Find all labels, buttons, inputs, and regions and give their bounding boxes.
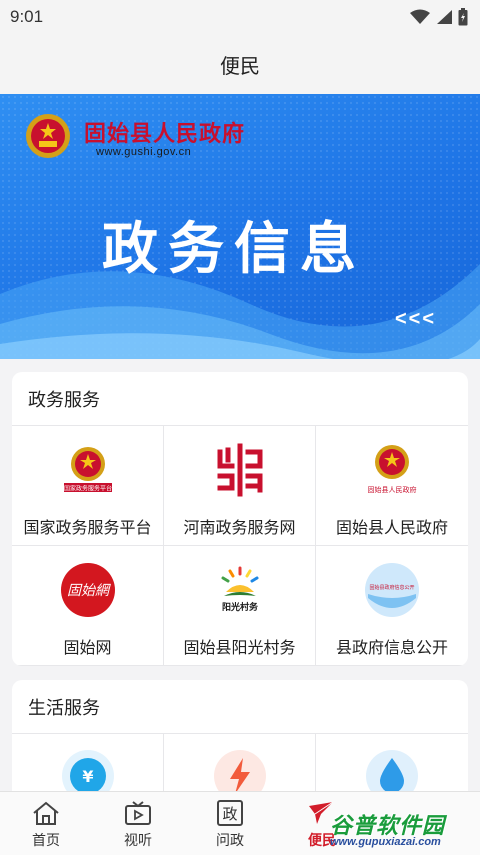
service-gushi-net[interactable]: 固始網 固始网 (12, 546, 164, 666)
gov-services-card: 政务服务 国家政务服务平台 国家政务服务平台 河南政务服务网 固始县人民政府 固… (12, 372, 468, 666)
banner-url: www.gushi.gov.cn (96, 146, 192, 158)
home-icon (33, 801, 59, 825)
service-label: 固始网 (63, 640, 112, 657)
wenzheng-icon: 政 (217, 800, 243, 826)
svg-text:固始網: 固始網 (67, 583, 111, 599)
national-emblem-icon (26, 114, 70, 158)
gov-services-grid: 国家政务服务平台 国家政务服务平台 河南政务服务网 固始县人民政府 固始县人民政… (12, 426, 468, 666)
national-emblem-icon: 国家政务服务平台 (63, 447, 112, 493)
battery-icon (458, 8, 468, 26)
gushi-net-logo-icon: 固始網 (60, 563, 115, 617)
service-sunshine-village[interactable]: 阳光村务 固始县阳光村务 (164, 546, 316, 666)
service-county-gov[interactable]: 固始县人民政府 固始县人民政府 (316, 426, 468, 546)
gov-services-title: 政务服务 (12, 372, 468, 426)
status-icons (410, 8, 468, 26)
gov-info-public-icon: 固始县政府信息公开 (365, 563, 419, 617)
watermark-url: www.gupuxiazai.com (330, 836, 441, 848)
county-emblem-icon: 固始县人民政府 (368, 445, 417, 494)
status-bar: 9:01 (0, 0, 480, 34)
tab-label: 首页 (32, 832, 60, 848)
tv-play-icon (125, 801, 151, 825)
svg-text:政: 政 (222, 805, 237, 823)
banner[interactable]: 固始县人民政府 www.gushi.gov.cn 政务信息 <<< (0, 94, 480, 359)
service-label: 固始县阳光村务 (183, 640, 296, 657)
service-label: 固始县人民政府 (335, 520, 448, 537)
svg-text:阳光村务: 阳光村务 (221, 601, 258, 613)
henan-gov-service-logo-icon (217, 443, 262, 497)
svg-text:¥: ¥ (82, 767, 93, 786)
service-national-gov-platform[interactable]: 国家政务服务平台 国家政务服务平台 (12, 426, 164, 546)
life-services-title: 生活服务 (12, 680, 468, 734)
tab-label: 问政 (216, 832, 244, 848)
service-label: 县政府信息公开 (335, 640, 448, 657)
svg-text:固始县人民政府: 固始县人民政府 (368, 485, 417, 494)
cellular-icon (437, 10, 452, 24)
banner-title: 政务信息 (102, 216, 366, 282)
tab-wenzheng[interactable]: 政 问政 (184, 792, 276, 855)
tab-label: 视听 (124, 832, 152, 848)
title-bar: 便民 (0, 34, 480, 94)
tab-home[interactable]: 首页 (0, 792, 92, 855)
sunshine-village-logo-icon: 阳光村务 (221, 566, 258, 613)
wifi-icon (410, 9, 430, 24)
svg-text:固始县政府信息公开: 固始县政府信息公开 (369, 584, 414, 591)
banner-org-name: 固始县人民政府 (84, 121, 246, 147)
page-title: 便民 (220, 55, 260, 78)
watermark: 谷普软件园 www.gupuxiazai.com (326, 808, 476, 852)
tab-audiovisual[interactable]: 视听 (92, 792, 184, 855)
service-gov-info-public[interactable]: 固始县政府信息公开 县政府信息公开 (316, 546, 468, 666)
svg-text:国家政务服务平台: 国家政务服务平台 (63, 485, 111, 493)
banner-arrows-icon: <<< (394, 308, 436, 330)
service-henan-gov-service[interactable]: 河南政务服务网 (164, 426, 316, 546)
service-label: 国家政务服务平台 (23, 520, 152, 537)
service-label: 河南政务服务网 (183, 520, 296, 537)
status-time: 9:01 (10, 7, 44, 26)
